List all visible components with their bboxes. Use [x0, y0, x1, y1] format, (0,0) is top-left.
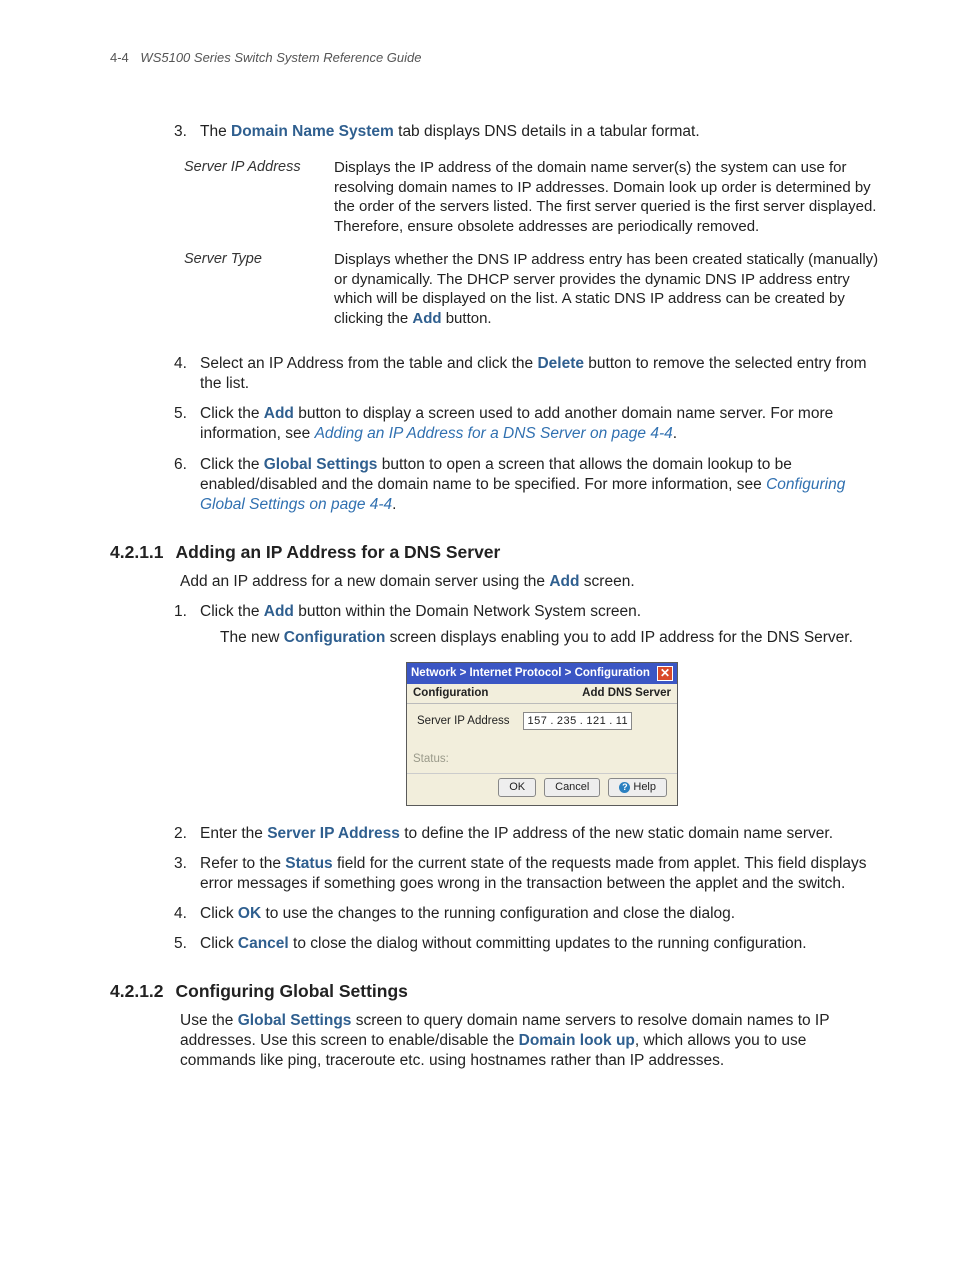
step-3b: 3. Refer to the Status field for the cur… [180, 854, 884, 894]
procedure-list: 3. The Domain Name System tab displays D… [180, 122, 884, 142]
section-number: 4.2.1.1 [110, 542, 164, 562]
dialog-body: Server IP Address 157. 235. 121. 11 [407, 704, 677, 750]
procedure-list: 4. Select an IP Address from the table a… [180, 354, 884, 515]
step-number: 3. [174, 854, 187, 874]
term-dns: Domain Name System [231, 123, 394, 140]
section-intro: Add an IP address for a new domain serve… [180, 572, 884, 592]
breadcrumb: Network > Internet Protocol > Configurat… [411, 666, 650, 681]
step-5b: 5. Click Cancel to close the dialog with… [180, 934, 884, 954]
add-term: Add [264, 405, 294, 422]
step-number: 3. [174, 122, 187, 142]
cancel-button[interactable]: Cancel [544, 778, 600, 796]
add-dns-dialog: Network > Internet Protocol > Configurat… [406, 662, 678, 805]
section-title: Configuring Global Settings [176, 981, 408, 1001]
table-row: Server Type Displays whether the DNS IP … [184, 246, 884, 338]
step-number: 6. [174, 455, 187, 475]
step-number: 4. [174, 904, 187, 924]
procedure-list: 1. Click the Add button within the Domai… [180, 602, 884, 954]
step-5: 5. Click the Add button to display a scr… [180, 404, 884, 444]
step-text: tab displays DNS details in a tabular fo… [394, 123, 700, 140]
page-number: 4-4 [110, 50, 129, 65]
delete-term: Delete [537, 355, 584, 372]
global-settings-term: Global Settings [264, 456, 378, 473]
cross-ref-link[interactable]: Adding an IP Address for a DNS Server on… [315, 425, 673, 442]
table-row: Server IP Address Displays the IP addres… [184, 154, 884, 246]
dialog-subheader: Configuration Add DNS Server [407, 684, 677, 704]
config-label: Configuration [413, 686, 488, 701]
section-body: Use the Global Settings screen to query … [180, 1011, 884, 1071]
step-6: 6. Click the Global Settings button to o… [180, 455, 884, 515]
step-1: 1. Click the Add button within the Domai… [180, 602, 884, 806]
def-term: Server IP Address [184, 154, 334, 246]
step-number: 2. [174, 824, 187, 844]
def-text: Displays whether the DNS IP address entr… [334, 246, 884, 338]
section-title: Adding an IP Address for a DNS Server [176, 542, 501, 562]
step-2: 2. Enter the Server IP Address to define… [180, 824, 884, 844]
server-ip-input[interactable]: 157. 235. 121. 11 [523, 712, 632, 730]
step-number: 5. [174, 404, 187, 424]
help-icon: ? [619, 782, 630, 793]
doc-title: WS5100 Series Switch System Reference Gu… [140, 50, 421, 65]
step-number: 4. [174, 354, 187, 374]
def-term: Server Type [184, 246, 334, 338]
step-number: 1. [174, 602, 187, 622]
status-label: Status: [407, 750, 677, 773]
section-heading: 4.2.1.1 Adding an IP Address for a DNS Se… [110, 541, 884, 564]
add-term: Add [412, 310, 441, 327]
dialog-button-row: OK Cancel ? Help [407, 773, 677, 804]
step-text: The [200, 123, 231, 140]
step-3: 3. The Domain Name System tab displays D… [180, 122, 884, 142]
step-4b: 4. Click OK to use the changes to the ru… [180, 904, 884, 924]
definition-table: Server IP Address Displays the IP addres… [184, 154, 884, 338]
add-dns-label: Add DNS Server [582, 686, 671, 701]
step-4: 4. Select an IP Address from the table a… [180, 354, 884, 394]
dialog-screenshot: Network > Internet Protocol > Configurat… [200, 662, 884, 805]
ok-button[interactable]: OK [498, 778, 536, 796]
section-number: 4.2.1.2 [110, 981, 164, 1001]
section-heading: 4.2.1.2 Configuring Global Settings [110, 980, 884, 1003]
def-text: Displays the IP address of the domain na… [334, 154, 884, 246]
step-substep: The new Configuration screen displays en… [220, 628, 884, 648]
running-header: 4-4 WS5100 Series Switch System Referenc… [110, 50, 884, 67]
help-button[interactable]: ? Help [608, 778, 667, 796]
dialog-titlebar: Network > Internet Protocol > Configurat… [407, 663, 677, 684]
close-icon[interactable]: ✕ [657, 666, 673, 681]
document-page: 4-4 WS5100 Series Switch System Referenc… [0, 0, 954, 1282]
step-number: 5. [174, 934, 187, 954]
ip-field-label: Server IP Address [417, 714, 509, 729]
